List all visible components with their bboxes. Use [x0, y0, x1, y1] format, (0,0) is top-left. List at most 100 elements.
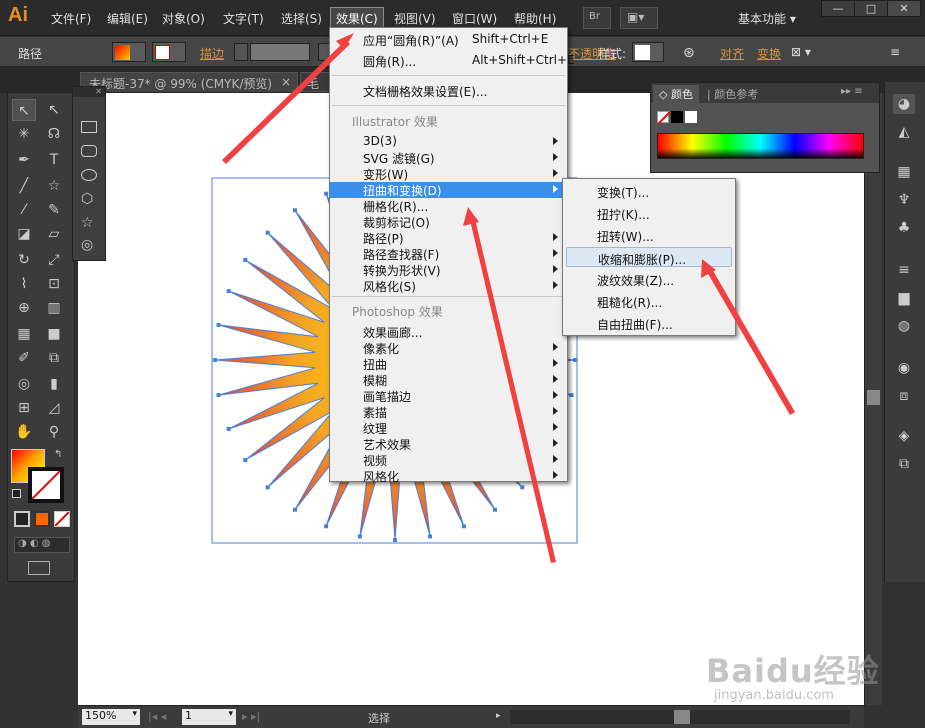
vertical-scrollbar[interactable] — [864, 93, 882, 705]
lasso-tool-icon[interactable]: ☊ — [42, 123, 66, 145]
color-mode-button[interactable] — [14, 511, 30, 527]
menu-illustrator-item[interactable]: 路径查找器(F) — [330, 246, 567, 262]
menu-view[interactable]: 视图(V) — [394, 10, 436, 27]
artboards-icon[interactable]: ⧉ — [893, 454, 915, 474]
stroke-color-box[interactable] — [28, 467, 64, 503]
flare-tool-icon[interactable]: ◎ — [81, 237, 93, 253]
document-tab-2[interactable]: 毛 — [300, 72, 330, 92]
flyout-close-icon[interactable]: ✕ — [73, 87, 105, 97]
line-tool-icon[interactable]: ╱ — [12, 175, 36, 197]
free-transform-tool-icon[interactable]: ⊡ — [42, 273, 66, 295]
ellipse-tool-icon[interactable] — [81, 169, 97, 181]
submenu-item[interactable]: 收缩和膨胀(P)... — [566, 247, 732, 267]
symbol-sprayer-tool-icon[interactable]: ◎ — [12, 373, 36, 395]
menu-photoshop-item[interactable]: 扭曲 — [330, 356, 567, 372]
tab-color[interactable]: ◇ 颜色 — [653, 85, 699, 103]
artboard-nav-first[interactable]: |◂ ◂ — [148, 710, 166, 723]
zoom-input[interactable]: 150% ▾ — [82, 709, 140, 725]
shape-builder-tool-icon[interactable]: ⊕ — [12, 297, 36, 319]
align-link[interactable]: 对齐 — [720, 45, 744, 62]
panel-menu-icon[interactable]: ≡ — [890, 45, 900, 59]
menu-illustrator-item[interactable]: 扭曲和变换(D) — [330, 182, 567, 198]
stroke-weight-input[interactable] — [250, 43, 310, 61]
menu-photoshop-item[interactable]: 纹理 — [330, 420, 567, 436]
stroke-panel-icon[interactable]: ≡ — [893, 260, 915, 280]
close-button[interactable]: ✕ — [887, 0, 921, 17]
selection-tool-icon[interactable]: ↖ — [12, 99, 36, 121]
menu-illustrator-item[interactable]: 栅格化(R)... — [330, 198, 567, 214]
bridge-button[interactable]: Br — [583, 7, 611, 29]
color-guide-icon[interactable]: ◭ — [893, 122, 915, 142]
menu-illustrator-item[interactable]: SVG 滤镜(G) — [330, 150, 567, 166]
submenu-item[interactable]: 粗糙化(R)... — [566, 291, 732, 311]
pen-tool-icon[interactable]: ✒ — [12, 149, 36, 171]
close-tab-icon[interactable]: × — [281, 75, 291, 89]
stroke-label[interactable]: 描边 — [200, 45, 224, 62]
menu-photoshop-item[interactable]: 素描 — [330, 404, 567, 420]
screen-mode-button[interactable] — [28, 561, 50, 575]
rotate-tool-icon[interactable]: ↻ — [12, 249, 36, 271]
none-swatch[interactable] — [657, 111, 670, 124]
menu-select[interactable]: 选择(S) — [281, 10, 322, 27]
transparency-icon[interactable]: ◍ — [893, 316, 915, 336]
menu-illustrator-item[interactable]: 路径(P) — [330, 230, 567, 246]
document-tab[interactable]: 未标题-37* @ 99% (CMYK/预览) × — [80, 72, 298, 92]
status-menu-arrow[interactable]: ▸ — [496, 711, 504, 723]
transform-link[interactable]: 变换 — [757, 45, 781, 62]
style-dropdown[interactable] — [632, 42, 664, 62]
warp-tool-icon[interactable]: ⌇ — [12, 273, 36, 295]
scale-tool-icon[interactable]: ⤢ — [42, 249, 66, 271]
menu-illustrator-item[interactable]: 裁剪标记(O) — [330, 214, 567, 230]
star-shape-tool-icon[interactable]: ☆ — [81, 215, 94, 231]
horizontal-scroll-thumb[interactable] — [674, 710, 690, 724]
artboard-tool-icon[interactable]: ⊞ — [12, 397, 36, 419]
hand-tool-icon[interactable]: ✋ — [12, 421, 36, 443]
menu-photoshop-item[interactable]: 效果画廊... — [330, 324, 567, 340]
submenu-item[interactable]: 波纹效果(Z)... — [566, 269, 732, 289]
artboard-nav-last[interactable]: ▸ ▸| — [242, 710, 260, 723]
rectangle-tool-icon[interactable] — [81, 121, 97, 133]
arrange-documents-button[interactable]: ▣▾ — [620, 7, 658, 29]
vertical-scroll-thumb[interactable] — [867, 390, 880, 405]
rounded-rectangle-tool-icon[interactable] — [81, 145, 97, 157]
stroke-stepper[interactable] — [234, 43, 248, 61]
submenu-item[interactable]: 扭转(W)... — [566, 225, 732, 245]
submenu-item[interactable]: 变换(T)... — [566, 181, 732, 201]
horizontal-scrollbar[interactable] — [510, 710, 850, 724]
menu-photoshop-item[interactable]: 艺术效果 — [330, 436, 567, 452]
menu-photoshop-item[interactable]: 模糊 — [330, 372, 567, 388]
menu-illustrator-item[interactable]: 风格化(S) — [330, 278, 567, 294]
symbols-icon[interactable]: ♣ — [893, 218, 915, 238]
menu-illustrator-item[interactable]: 转换为形状(V) — [330, 262, 567, 278]
submenu-item[interactable]: 自由扭曲(F)... — [566, 313, 732, 333]
paintbrush-tool-icon[interactable]: ⁄ — [12, 199, 36, 221]
blob-brush-tool-icon[interactable]: ◪ — [12, 223, 36, 245]
color-spectrum[interactable] — [657, 133, 864, 159]
default-colors-icon[interactable] — [12, 489, 21, 498]
eyedropper-tool-icon[interactable]: ✐ — [12, 347, 36, 369]
menu-photoshop-item[interactable]: 像素化 — [330, 340, 567, 356]
artboard-number-input[interactable]: 1 ▾ — [182, 709, 236, 725]
maximize-button[interactable]: □ — [854, 0, 888, 17]
minimize-button[interactable]: — — [821, 0, 855, 17]
layers-icon[interactable]: ◈ — [893, 426, 915, 446]
type-tool-icon[interactable]: T — [42, 149, 66, 171]
direct-selection-tool-icon[interactable]: ↖ — [42, 99, 66, 121]
column-graph-tool-icon[interactable]: ▮ — [42, 373, 66, 395]
perspective-grid-tool-icon[interactable]: ▥ — [42, 297, 66, 319]
gradient-panel-icon[interactable]: ▆ — [893, 288, 915, 308]
menu-object[interactable]: 对象(O) — [162, 10, 205, 27]
menu-photoshop-item[interactable]: 风格化 — [330, 468, 567, 484]
white-swatch[interactable] — [685, 111, 697, 123]
isolate-icon[interactable]: ⊠ ▾ — [791, 45, 811, 59]
menu-edit[interactable]: 编辑(E) — [107, 10, 148, 27]
panel-options-icon[interactable]: ▸▸ ≡ — [841, 86, 863, 97]
polygon-tool-icon[interactable]: ⬡ — [81, 191, 93, 207]
tab-color-guide[interactable]: | 颜色参考 — [701, 85, 764, 103]
fill-color-dropdown[interactable] — [112, 42, 146, 62]
gradient-mode-button[interactable] — [34, 511, 50, 527]
swap-colors-icon[interactable]: ↰ — [54, 449, 62, 460]
menu-file[interactable]: 文件(F) — [51, 10, 91, 27]
swatches-icon[interactable]: ▦ — [893, 162, 915, 182]
black-swatch[interactable] — [671, 111, 683, 123]
